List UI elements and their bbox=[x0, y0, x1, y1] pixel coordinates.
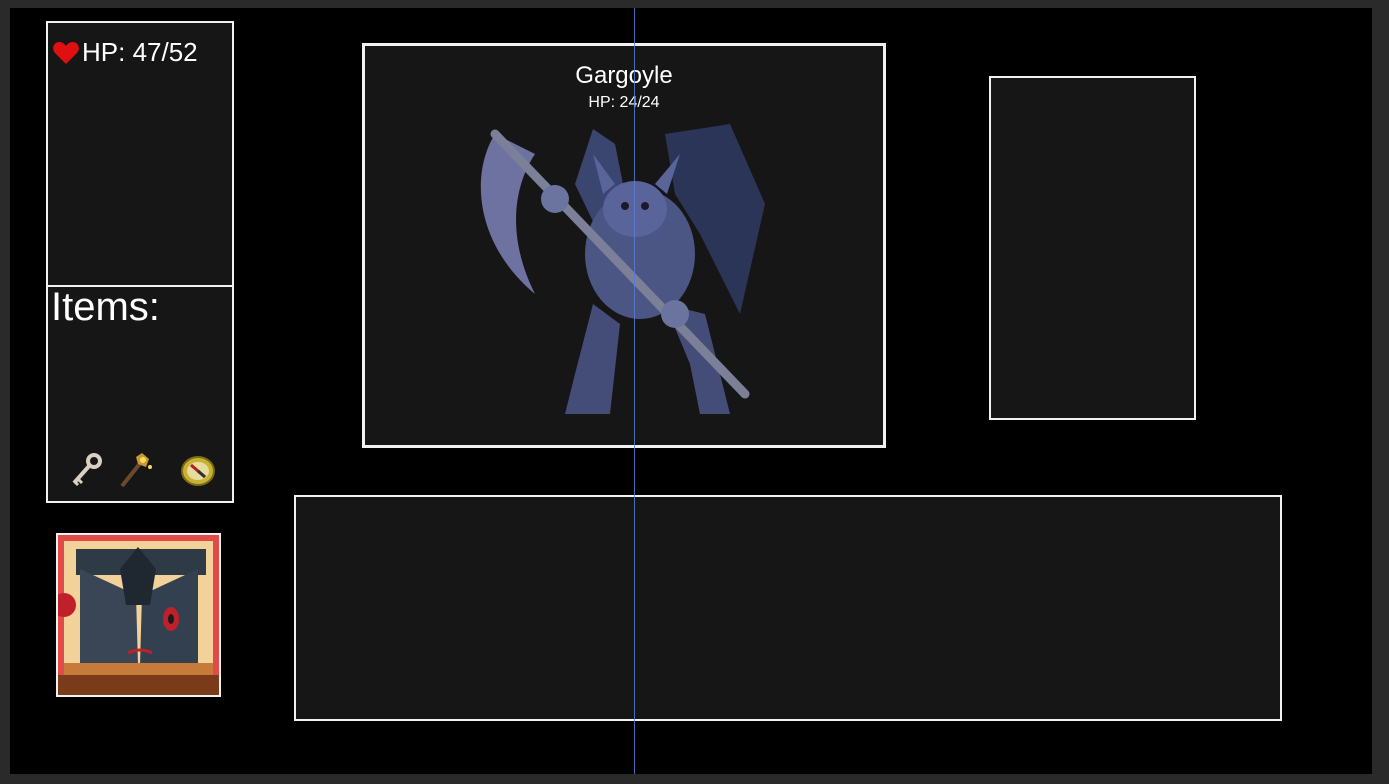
side-panel bbox=[989, 76, 1196, 420]
key-icon[interactable] bbox=[66, 449, 106, 489]
player-stats-panel: HP: 47/52 bbox=[46, 21, 234, 287]
center-guide-line bbox=[634, 8, 635, 774]
enemy-name: Gargoyle bbox=[575, 62, 673, 89]
enemy-hp-label: HP: 24/24 bbox=[588, 94, 660, 111]
player-hp-row: HP: 47/52 bbox=[52, 37, 198, 68]
gargoyle-sprite[interactable] bbox=[475, 114, 775, 424]
portrait-icon bbox=[58, 535, 219, 695]
enemy-panel: Gargoyle HP: 24/24 bbox=[362, 43, 886, 448]
compass-icon[interactable] bbox=[178, 449, 218, 489]
heart-icon bbox=[53, 41, 79, 64]
player-hp-label: HP: 47/52 bbox=[82, 37, 198, 67]
items-panel: Items: bbox=[46, 285, 234, 503]
items-title: Items: bbox=[51, 285, 160, 329]
player-portrait bbox=[56, 533, 221, 697]
staff-icon[interactable] bbox=[116, 449, 156, 489]
message-panel bbox=[294, 495, 1282, 721]
